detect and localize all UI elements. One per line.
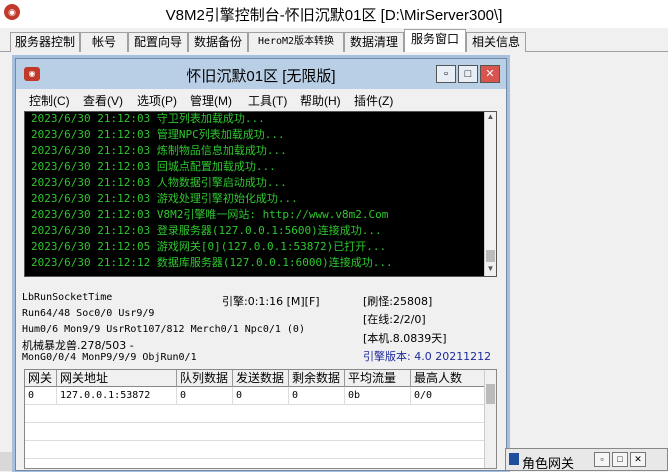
log-line: 2023/6/30 21:12:03 管理NPC列表加载成功... <box>31 128 285 141</box>
cell-gateway: 0 <box>25 387 57 405</box>
tab-bar: 服务器控制 帐号 配置向导 数据备份 HeroM2版本转换 数据清理 服务窗口 … <box>0 28 668 53</box>
role-gateway-minimize-button[interactable]: ▫ <box>594 452 610 467</box>
mon-stats: MonG0/0/4 MonP9/9/9 ObjRun0/1 <box>22 352 197 363</box>
role-gateway-icon <box>509 453 519 465</box>
run-stats: Run64/48 Soc0/0 Usr9/9 <box>22 308 155 319</box>
scroll-thumb[interactable] <box>486 384 495 404</box>
header-max-players[interactable]: 最高人数 <box>411 370 485 387</box>
tab-service-window[interactable]: 服务窗口 <box>404 29 466 53</box>
mech-stats: 机械暴龙兽.278/503 - <box>22 339 134 352</box>
tab-related-info[interactable]: 相关信息 <box>466 32 526 52</box>
role-gateway-window[interactable]: 角色网关 ▫ □ ✕ <box>505 448 668 471</box>
maximize-button[interactable]: □ <box>458 65 478 83</box>
window-title: V8M2引擎控制台-怀旧沉默01区 [D:\MirServer300\] <box>165 7 503 24</box>
menu-control[interactable]: 控制(C) <box>29 92 70 109</box>
log-line: 2023/6/30 21:12:03 登录服务器(127.0.0.1:5600)… <box>31 224 382 237</box>
role-gateway-maximize-button[interactable]: □ <box>612 452 628 467</box>
tab-server-control[interactable]: 服务器控制 <box>10 32 80 52</box>
table-row[interactable]: 0 127.0.0.1:53872 0 0 0 0b 0/0 <box>25 387 485 405</box>
tab-account[interactable]: 帐号 <box>80 32 128 52</box>
header-gateway[interactable]: 网关 <box>25 370 57 387</box>
menu-view[interactable]: 查看(V) <box>83 92 123 109</box>
cell-queue-data: 0 <box>177 387 233 405</box>
role-gateway-title: 角色网关 <box>522 456 575 471</box>
cell-average-traffic: 0b <box>345 387 411 405</box>
minimize-button[interactable]: ▫ <box>436 65 456 83</box>
log-line: 2023/6/30 21:12:12 数据库服务器(127.0.0.1:6000… <box>31 256 393 269</box>
scroll-down-icon[interactable]: ▼ <box>485 264 496 276</box>
tab-config-wizard[interactable]: 配置向导 <box>128 32 188 52</box>
log-line: 2023/6/30 21:12:03 V8M2引擎唯一网站: http://ww… <box>31 208 389 221</box>
table-row-empty <box>25 441 485 459</box>
hum-stats: Hum0/6 Mon9/9 UsrRot107/812 Merch0/1 Npc… <box>22 324 305 335</box>
header-send-data[interactable]: 发送数据 <box>233 370 289 387</box>
gateway-table[interactable]: 网关 网关地址 队列数据 发送数据 剩余数据 平均流量 最高人数 0 127.0… <box>24 369 497 469</box>
log-line: 2023/6/30 21:12:05 游戏网关[0](127.0.0.1:538… <box>31 240 387 253</box>
menu-plugins[interactable]: 插件(Z) <box>354 92 393 109</box>
cell-gateway-address: 127.0.0.1:53872 <box>57 387 177 405</box>
tab-data-backup[interactable]: 数据备份 <box>188 32 248 52</box>
header-average-traffic[interactable]: 平均流量 <box>345 370 411 387</box>
service-window-title-bar: ◉ 怀旧沉默01区 [无限版] ▫ □ ✕ <box>16 59 506 89</box>
online-count: [在线:2/2/0] <box>363 313 426 326</box>
window-title-bar: ◉ V8M2引擎控制台-怀旧沉默01区 [D:\MirServer300\] <box>0 0 668 28</box>
background-strip <box>0 452 15 471</box>
cell-remaining-data: 0 <box>289 387 345 405</box>
service-window-title: 怀旧沉默01区 [无限版] <box>186 68 336 85</box>
engine-version: 引擎版本: 4.0 20211212 <box>363 350 492 363</box>
header-gateway-address[interactable]: 网关地址 <box>57 370 177 387</box>
close-button[interactable]: ✕ <box>480 65 500 83</box>
menu-bar: 控制(C) 查看(V) 选项(P) 管理(M) 工具(T) 帮助(H) 插件(Z… <box>16 89 506 111</box>
table-row-empty <box>25 423 485 441</box>
engine-uptime: 引擎:0:1:16 [M][F] <box>222 295 320 308</box>
scroll-thumb[interactable] <box>486 250 495 262</box>
cell-send-data: 0 <box>233 387 289 405</box>
header-remaining-data[interactable]: 剩余数据 <box>289 370 345 387</box>
menu-tools[interactable]: 工具(T) <box>248 92 287 109</box>
menu-manage[interactable]: 管理(M) <box>190 92 232 109</box>
service-window: ◉ 怀旧沉默01区 [无限版] ▫ □ ✕ 控制(C) 查看(V) 选项(P) … <box>15 58 507 471</box>
log-scrollbar[interactable]: ▲ ▼ <box>484 112 496 276</box>
log-console[interactable]: 2023/6/30 21:12:03 守卫列表加载成功... 2023/6/30… <box>24 111 497 277</box>
socket-time-label: LbRunSocketTime <box>22 292 113 303</box>
tab-data-clean[interactable]: 数据清理 <box>344 32 404 52</box>
refresh-count: [刷怪:25808] <box>363 295 433 308</box>
log-line: 2023/6/30 21:12:03 游戏处理引擎初始化成功... <box>31 192 298 205</box>
log-line: 2023/6/30 21:12:03 回城点配置加载成功... <box>31 160 276 173</box>
menu-options[interactable]: 选项(P) <box>137 92 177 109</box>
log-line: 2023/6/30 21:12:03 炼制物品信息加载成功... <box>31 144 287 157</box>
cell-max-players: 0/0 <box>411 387 485 405</box>
header-queue-data[interactable]: 队列数据 <box>177 370 233 387</box>
table-row-empty <box>25 405 485 423</box>
log-line: 2023/6/30 21:12:03 守卫列表加载成功... <box>31 112 265 125</box>
role-gateway-close-button[interactable]: ✕ <box>630 452 646 467</box>
tab-herom2-convert[interactable]: HeroM2版本转换 <box>248 32 344 52</box>
menu-help[interactable]: 帮助(H) <box>300 92 341 109</box>
table-header: 网关 网关地址 队列数据 发送数据 剩余数据 平均流量 最高人数 <box>25 370 485 387</box>
table-scrollbar[interactable] <box>484 370 496 468</box>
log-line: 2023/6/30 21:12:03 人物数据引擎启动成功... <box>31 176 287 189</box>
local-days: [本机.8.0839天] <box>363 332 447 345</box>
scroll-up-icon[interactable]: ▲ <box>485 112 496 124</box>
